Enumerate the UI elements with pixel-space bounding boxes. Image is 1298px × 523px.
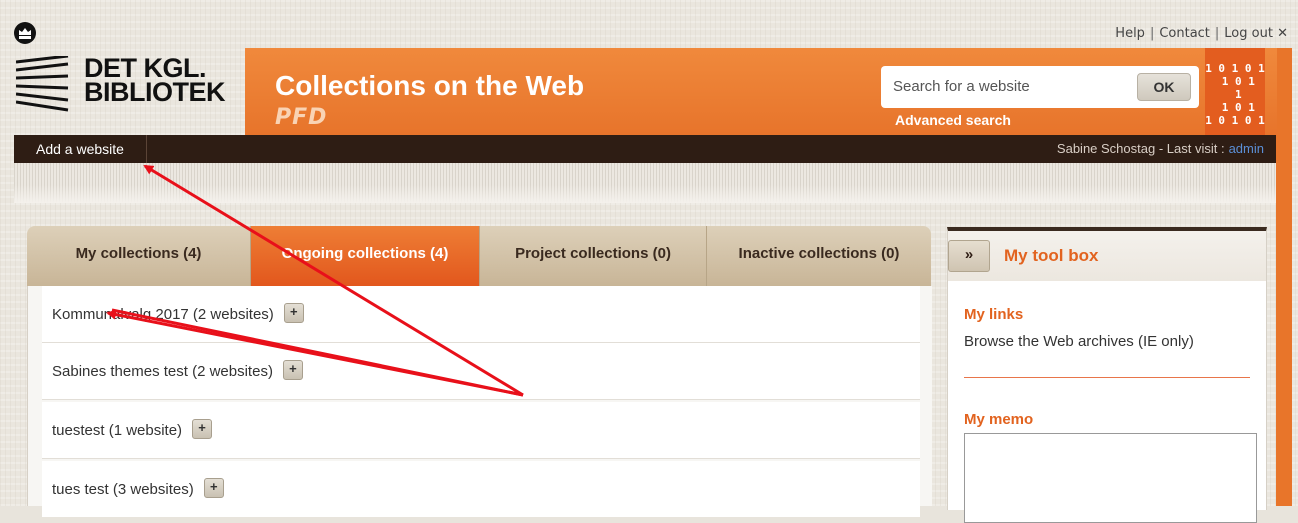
collection-link[interactable]: tues test (3 websites) +: [52, 478, 224, 500]
logo-lines-icon: [16, 56, 69, 112]
collection-link[interactable]: Kommunalvalg 2017 (2 websites) +: [52, 303, 304, 325]
top-links: Help | Contact | Log out ✕: [1115, 26, 1288, 41]
expand-button[interactable]: +: [192, 419, 213, 439]
collection-label[interactable]: Kommunalvalg 2017 (2 websites): [52, 306, 274, 323]
library-logo[interactable]: DET KGL. BIBLIOTEK: [14, 22, 239, 132]
add-website-link[interactable]: Add a website: [14, 135, 147, 163]
admin-link[interactable]: admin: [1229, 141, 1264, 156]
list-item: tuestest (1 website) +: [42, 402, 920, 459]
my-links-heading: My links: [964, 306, 1024, 323]
tool-box-panel: » My tool box My links Browse the Web ar…: [947, 227, 1267, 523]
user-last-visit: Sabine Schostag - Last visit :: [1056, 141, 1225, 156]
page-title: Collections on the Web: [275, 70, 585, 101]
collection-label[interactable]: tues test (3 websites): [52, 481, 194, 498]
collection-tabs: My collections (4) Ongoing collections (…: [27, 226, 931, 286]
crown-icon: [14, 22, 36, 44]
close-icon[interactable]: ✕: [1277, 26, 1288, 41]
divider: [964, 377, 1250, 378]
collection-label[interactable]: Sabines themes test (2 websites): [52, 363, 273, 380]
expand-button[interactable]: +: [203, 478, 224, 498]
expand-button[interactable]: +: [282, 360, 303, 380]
tab-ongoing-collections[interactable]: Ongoing collections (4): [251, 226, 480, 286]
tool-box-title: My tool box: [1004, 246, 1099, 265]
page-subtitle: PFD: [275, 105, 328, 130]
advanced-search-link[interactable]: Advanced search: [895, 112, 1011, 128]
search-box: OK: [881, 66, 1199, 108]
tool-box-header: » My tool box: [948, 231, 1266, 281]
list-item: Kommunalvalg 2017 (2 websites) +: [42, 286, 920, 343]
tab-project-collections[interactable]: Project collections (0): [480, 226, 707, 286]
collection-link[interactable]: tuestest (1 website) +: [52, 419, 213, 441]
header-banner: Collections on the Web PFD OK Advanced s…: [245, 48, 1277, 135]
decorative-band: [14, 163, 1276, 203]
expand-button[interactable]: +: [283, 303, 304, 323]
search-ok-button[interactable]: OK: [1137, 73, 1191, 101]
separator: |: [1149, 26, 1155, 41]
list-item: tues test (3 websites) +: [42, 461, 920, 517]
binary-logo-icon: 1 0 1 0 1 1 0 1 1 1 0 1 1 0 1 0 1: [1205, 48, 1265, 135]
browse-archives-link[interactable]: Browse the Web archives (IE only): [964, 333, 1194, 350]
contact-link[interactable]: Contact: [1159, 26, 1210, 41]
separator: |: [1214, 26, 1220, 41]
logout-link[interactable]: Log out: [1224, 26, 1273, 41]
logo-text: DET KGL. BIBLIOTEK: [84, 53, 226, 107]
tab-my-collections[interactable]: My collections (4): [27, 226, 251, 286]
nav-bar: Add a website Sabine Schostag - Last vis…: [14, 135, 1276, 163]
tab-inactive-collections[interactable]: Inactive collections (0): [707, 226, 931, 286]
toolbox-toggle-button[interactable]: »: [948, 240, 990, 272]
help-link[interactable]: Help: [1115, 26, 1145, 41]
user-status: Sabine Schostag - Last visit : admin: [1057, 135, 1264, 163]
memo-textarea[interactable]: [964, 433, 1257, 523]
collection-label[interactable]: tuestest (1 website): [52, 422, 182, 439]
collection-link[interactable]: Sabines themes test (2 websites) +: [52, 360, 303, 382]
collection-list: Kommunalvalg 2017 (2 websites) + Sabines …: [27, 286, 932, 517]
orange-edge: [1276, 48, 1292, 506]
search-input[interactable]: [881, 66, 1131, 108]
list-item: Sabines themes test (2 websites) +: [42, 343, 920, 400]
my-memo-heading: My memo: [964, 411, 1034, 428]
